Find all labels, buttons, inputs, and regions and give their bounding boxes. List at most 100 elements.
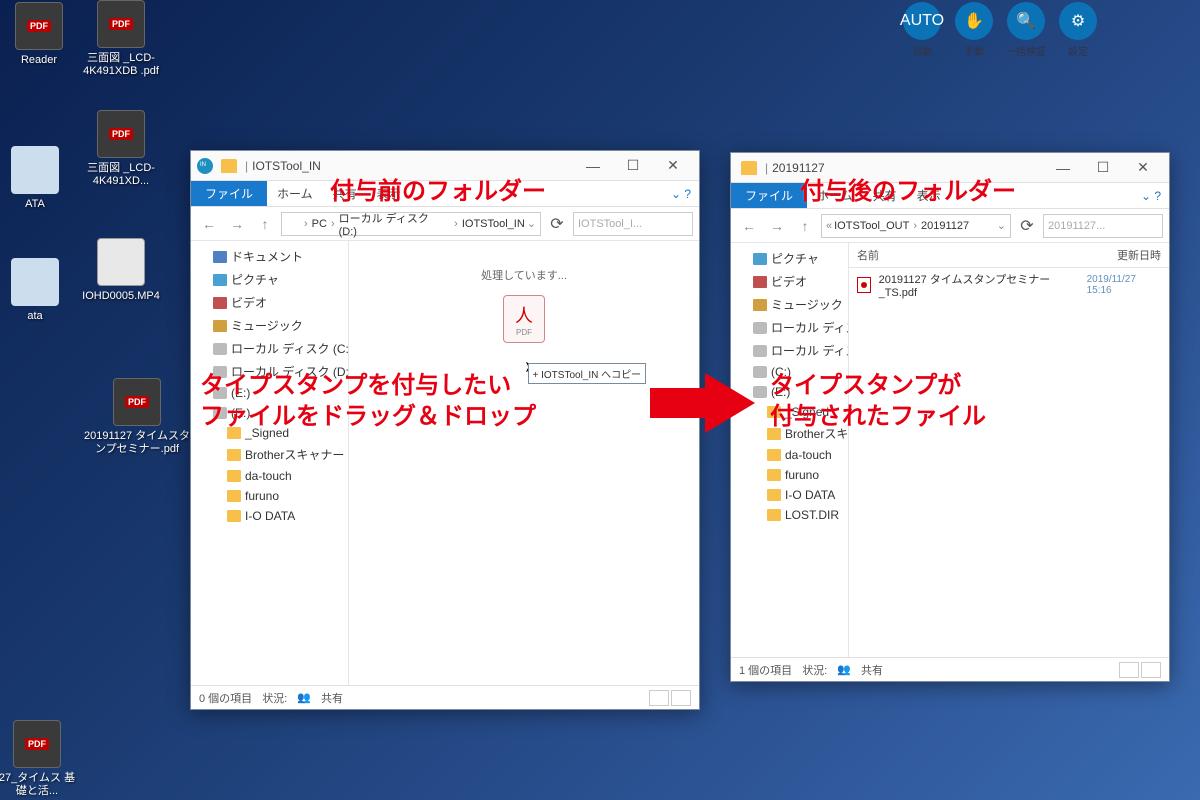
up-button[interactable]: ↑ [253, 212, 277, 236]
file-tab[interactable]: ファイル [731, 183, 807, 208]
separator-icon: | [245, 159, 248, 173]
titlebar[interactable]: | IOTSTool_IN — ☐ ✕ [191, 151, 699, 181]
nav-item[interactable]: (E:) [191, 383, 348, 403]
nav-item[interactable]: I-O DATA [731, 485, 848, 505]
chevron-down-icon[interactable]: ⌄ [527, 217, 536, 230]
nav-item[interactable]: furuno [731, 465, 848, 485]
nav-item[interactable]: furuno [191, 486, 348, 506]
nav-item[interactable]: (C:) [731, 362, 848, 382]
desktop-icon[interactable]: Reader [0, 2, 78, 67]
pdf-icon [97, 0, 145, 48]
nav-item[interactable]: ミュージック [731, 293, 848, 316]
view-details-button[interactable] [649, 690, 669, 706]
back-button[interactable]: ← [737, 214, 761, 238]
nav-item[interactable]: ドキュメント [191, 245, 348, 268]
view-details-button[interactable] [1119, 662, 1139, 678]
nav-item[interactable]: ローカル ディスク (C:) [191, 337, 348, 360]
folder-icon [753, 386, 767, 398]
nav-item[interactable]: LOST.DIR [731, 505, 848, 525]
tab-home[interactable]: ホーム [267, 181, 323, 206]
search-input[interactable]: 20191127... [1043, 214, 1163, 238]
maximize-button[interactable]: ☐ [1083, 154, 1123, 182]
folder-icon [227, 427, 241, 439]
data-icon [11, 146, 59, 194]
expand-ribbon-icon[interactable]: ⌄ ? [1133, 183, 1169, 208]
folder-icon [753, 366, 767, 378]
nav-item[interactable]: (E:) [731, 382, 848, 402]
view-icons-button[interactable] [671, 690, 691, 706]
pdf-icon [13, 720, 61, 768]
chevron-down-icon[interactable]: ⌄ [997, 219, 1006, 232]
maximize-button[interactable]: ☐ [613, 152, 653, 180]
nav-item[interactable]: ビデオ [191, 291, 348, 314]
titlebar[interactable]: | 20191127 — ☐ ✕ [731, 153, 1169, 183]
expand-ribbon-icon[interactable]: ⌄ ? [663, 181, 699, 206]
video-icon [97, 238, 145, 286]
refresh-button[interactable]: ⟳ [545, 212, 569, 236]
nav-item[interactable]: ピクチャ [191, 268, 348, 291]
content-pane[interactable]: 名前 更新日時 20191127 タイムスタンプセミナー_TS.pdf 2019… [849, 243, 1169, 657]
address-bar: ← → ↑ › PC› ローカル ディスク (D:)› IOTSTool_IN … [191, 207, 699, 241]
in-icon [286, 217, 300, 231]
search-input[interactable]: IOTSTool_I... [573, 212, 693, 236]
desktop-icon[interactable]: 27_タイムス 基礎と活... [0, 720, 76, 798]
desktop-icon[interactable]: IOHD0005.MP4 [82, 238, 160, 303]
col-date[interactable]: 更新日時 [1117, 247, 1161, 263]
folder-icon [227, 449, 241, 461]
nav-item[interactable]: _Signed [191, 423, 348, 443]
tab-share[interactable]: 共有 [863, 183, 907, 208]
file-row[interactable]: 20191127 タイムスタンプセミナー_TS.pdf 2019/11/27 1… [849, 268, 1169, 302]
col-name[interactable]: 名前 [857, 247, 879, 263]
nav-item[interactable]: ピクチャ [731, 247, 848, 270]
stamp-manual-button[interactable]: ✋手動 [952, 2, 996, 60]
back-button[interactable]: ← [197, 212, 221, 236]
nav-item[interactable]: I-O DATA [191, 506, 348, 526]
tab-view[interactable]: 表示 [367, 181, 411, 206]
window-title: 20191127 [772, 161, 825, 175]
dragged-pdf-icon[interactable] [503, 295, 545, 343]
close-button[interactable]: ✕ [1123, 154, 1163, 182]
folder-icon [227, 510, 241, 522]
desktop-icon[interactable]: 三面図 _LCD-4K491XDB .pdf [82, 0, 160, 78]
nav-item[interactable]: ミュージック [191, 314, 348, 337]
nav-item[interactable]: da-touch [191, 466, 348, 486]
refresh-button[interactable]: ⟳ [1015, 214, 1039, 238]
nav-item[interactable]: da-touch [731, 445, 848, 465]
nav-item[interactable]: ビデオ [731, 270, 848, 293]
nav-pane[interactable]: ピクチャビデオミュージックローカル ディスク (C:)ローカル ディスク (D:… [731, 243, 849, 657]
nav-item[interactable]: Brotherスキャナー [191, 443, 348, 466]
nav-item[interactable]: ローカル ディスク (D:) [191, 360, 348, 383]
nav-pane[interactable]: ドキュメントピクチャビデオミュージックローカル ディスク (C:)ローカル ディ… [191, 241, 349, 685]
forward-button[interactable]: → [225, 212, 249, 236]
minimize-button[interactable]: — [1043, 154, 1083, 182]
nav-item[interactable]: Brotherスキャナー [731, 422, 848, 445]
column-headers[interactable]: 名前 更新日時 [849, 243, 1169, 268]
nav-item[interactable]: ローカル ディスク (D:) [731, 339, 848, 362]
nav-item[interactable]: _Signed [731, 402, 848, 422]
breadcrumb[interactable]: › PC› ローカル ディスク (D:)› IOTSTool_IN ⌄ [281, 212, 541, 236]
forward-button[interactable]: → [765, 214, 789, 238]
desktop-icon[interactable]: 20191127 タイムスタ ンプセミナー.pdf [82, 378, 192, 456]
tab-view[interactable]: 表示 [907, 183, 951, 208]
tab-home[interactable]: ホーム [807, 183, 863, 208]
content-pane[interactable]: 処理しています... ➤ + IOTSTool_IN へコピー [349, 241, 699, 685]
desktop-icon[interactable]: 三面図 _LCD-4K491XD... [82, 110, 160, 188]
processing-text: 処理しています... [481, 267, 567, 283]
minimize-button[interactable]: — [573, 152, 613, 180]
desktop-icon[interactable]: ATA [0, 146, 74, 211]
nav-item[interactable]: (E:) [191, 403, 348, 423]
nav-item[interactable]: ローカル ディスク (C:) [731, 316, 848, 339]
file-date: 2019/11/27 15:16 [1087, 274, 1161, 296]
stamp-settings-button[interactable]: ⚙設定 [1056, 2, 1100, 60]
app-icon [197, 158, 213, 174]
stamp-verify-button[interactable]: 🔍一括検証 [1004, 2, 1048, 60]
up-button[interactable]: ↑ [793, 214, 817, 238]
tab-share[interactable]: 共有 [323, 181, 367, 206]
desktop-icon[interactable]: ata [0, 258, 74, 323]
ribbon: ファイル ホーム 共有 表示 ⌄ ? [731, 183, 1169, 209]
stamp-auto-button[interactable]: AUTO自動 [900, 2, 944, 60]
close-button[interactable]: ✕ [653, 152, 693, 180]
view-icons-button[interactable] [1141, 662, 1161, 678]
file-tab[interactable]: ファイル [191, 181, 267, 206]
breadcrumb[interactable]: « IOTSTool_OUT› 20191127 ⌄ [821, 214, 1011, 238]
